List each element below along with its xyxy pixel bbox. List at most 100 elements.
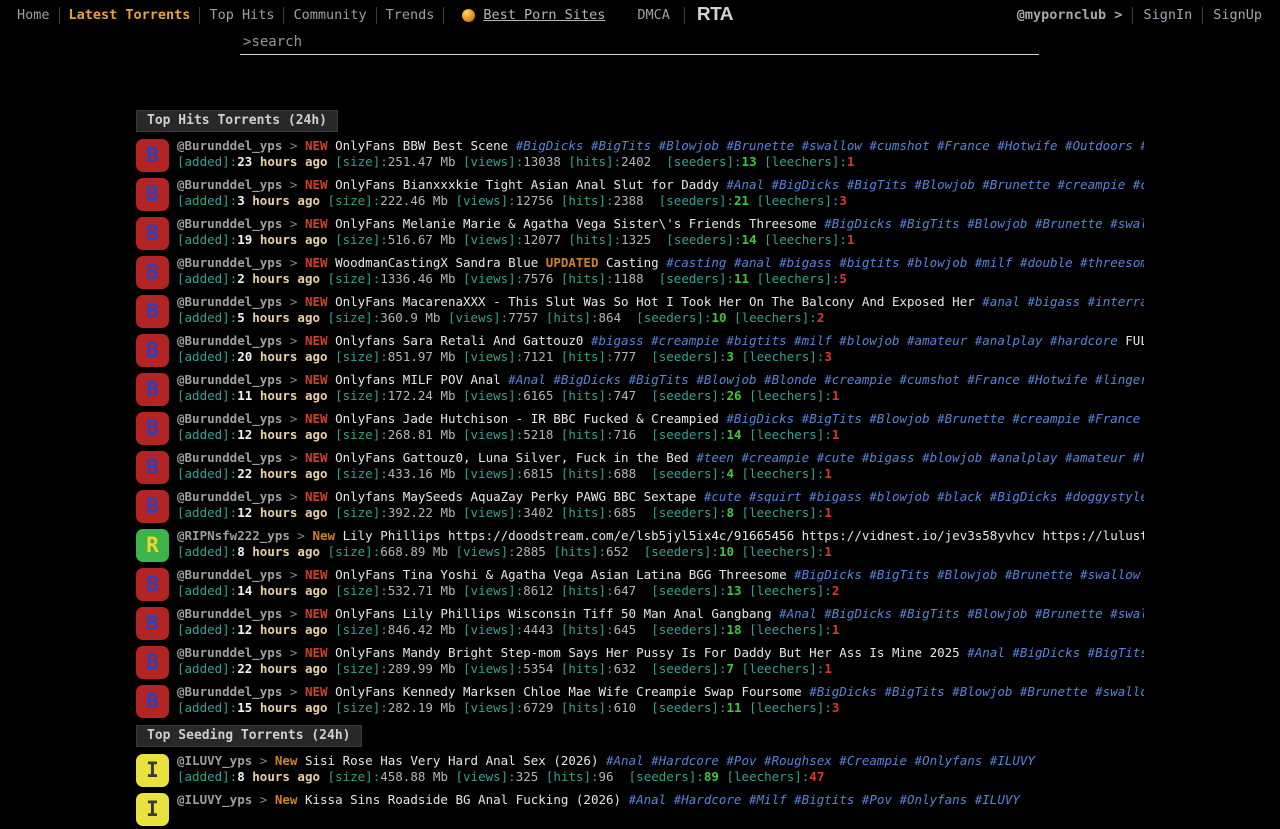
torrent-title[interactable]: OnlyFans Mandy Bright Step-mom Says Her … — [335, 645, 960, 660]
user-avatar[interactable]: B — [136, 568, 169, 601]
tag-links[interactable]: #casting #anal #bigass #bigtits #blowjob… — [666, 255, 1144, 270]
torrent-row[interactable]: B@Burunddel_yps > NEW OnlyFans Lily Phil… — [136, 604, 1144, 643]
username-link[interactable]: @Burunddel_yps — [177, 255, 282, 270]
tag-links[interactable]: #BigDicks #BigTits #Blowjob #Brunette #s… — [809, 684, 1144, 699]
dmca-link[interactable]: DMCA — [615, 7, 684, 23]
torrent-row[interactable]: B@Burunddel_yps > NEW OnlyFans Tina Yosh… — [136, 565, 1144, 604]
torrent-title[interactable]: OnlyFans Melanie Marie & Agatha Vega Sis… — [335, 216, 817, 231]
torrent-title[interactable]: OnlyFans Kennedy Marksen Chloe Mae Wife … — [335, 684, 802, 699]
torrent-title[interactable]: FULL… — [1125, 333, 1144, 348]
new-badge: NEW — [305, 138, 328, 153]
username-link[interactable]: @Burunddel_yps — [177, 567, 282, 582]
user-avatar[interactable]: B — [136, 373, 169, 406]
torrent-title[interactable]: OnlyFans BBW Best Scene — [335, 138, 508, 153]
user-avatar[interactable]: I — [136, 793, 169, 826]
tag-links[interactable]: #cute #squirt #bigass #blowjob #black #B… — [704, 489, 1144, 504]
tag-links[interactable]: #BigDicks #BigTits #Blowjob #Brunette #s… — [824, 216, 1144, 231]
user-avatar[interactable]: B — [136, 256, 169, 289]
user-avatar[interactable]: B — [136, 178, 169, 211]
username-link[interactable]: @Burunddel_yps — [177, 372, 282, 387]
nav-item-community[interactable]: Community — [284, 7, 375, 23]
user-avatar[interactable]: B — [136, 334, 169, 367]
size-label: [size]: — [335, 700, 388, 715]
signin-link[interactable]: SignIn — [1133, 7, 1202, 23]
user-avatar[interactable]: I — [136, 754, 169, 787]
tag-links[interactable]: #teen #creampie #cute #bigass #blowjob #… — [696, 450, 1144, 465]
torrent-row[interactable]: B@Burunddel_yps > NEW OnlyFans Gattouz0,… — [136, 448, 1144, 487]
username-link[interactable]: @Burunddel_yps — [177, 606, 282, 621]
nav-item-trends[interactable]: Trends — [377, 7, 444, 23]
user-avatar[interactable]: B — [136, 646, 169, 679]
username-link[interactable]: @Burunddel_yps — [177, 450, 282, 465]
tag-links[interactable]: #BigDicks #BigTits #Blowjob #Brunette #c… — [726, 411, 1144, 426]
username-link[interactable]: @RIPNsfw222_yps — [177, 528, 290, 543]
torrent-title[interactable]: Onlyfans MaySeeds AquaZay Perky PAWG BBC… — [335, 489, 696, 504]
user-avatar[interactable]: B — [136, 412, 169, 445]
tag-links[interactable]: #bigass #creampie #bigtits #milf #blowjo… — [591, 333, 1118, 348]
torrent-row[interactable]: B@Burunddel_yps > NEW OnlyFans Jade Hutc… — [136, 409, 1144, 448]
tag-links[interactable]: #Anal #BigDicks #BigTits #Blowjob #Brune… — [779, 606, 1144, 621]
username-link[interactable]: @Burunddel_yps — [177, 138, 282, 153]
best-porn-sites-link[interactable]: Best Porn Sites — [444, 7, 615, 23]
username-link[interactable]: @Burunddel_yps — [177, 684, 282, 699]
new-badge: NEW — [305, 294, 328, 309]
torrent-title[interactable]: OnlyFans Bianxxxkie Tight Asian Anal Slu… — [335, 177, 719, 192]
user-avatar[interactable]: B — [136, 295, 169, 328]
torrent-title[interactable]: Onlyfans MILF POV Anal — [335, 372, 501, 387]
username-link[interactable]: @Burunddel_yps — [177, 333, 282, 348]
torrent-title[interactable]: WoodmanCastingX Sandra Blue — [335, 255, 538, 270]
username-link[interactable]: @ILUVY_yps — [177, 753, 252, 768]
username-link[interactable]: @Burunddel_yps — [177, 489, 282, 504]
user-avatar[interactable]: B — [136, 139, 169, 172]
torrent-title[interactable]: Casting — [606, 255, 659, 270]
user-avatar[interactable]: B — [136, 217, 169, 250]
torrent-row[interactable]: B@Burunddel_yps > NEW Onlyfans MILF POV … — [136, 370, 1144, 409]
torrent-title[interactable]: Lily Phillips https://doodstream.com/e/l… — [343, 528, 1144, 543]
torrent-row[interactable]: B@Burunddel_yps > NEW OnlyFans MacarenaX… — [136, 292, 1144, 331]
nav-item-top-hits[interactable]: Top Hits — [200, 7, 283, 23]
user-avatar[interactable]: B — [136, 607, 169, 640]
arrow-separator: > — [290, 684, 298, 699]
tag-links[interactable]: #Anal #Hardcore #Pov #Roughsex #Creampie… — [606, 753, 1035, 768]
username-link[interactable]: @Burunddel_yps — [177, 411, 282, 426]
signup-link[interactable]: SignUp — [1203, 7, 1272, 23]
torrent-row[interactable]: B@Burunddel_yps > NEW OnlyFans BBW Best … — [136, 136, 1144, 175]
username-link[interactable]: @Burunddel_yps — [177, 216, 282, 231]
torrent-row[interactable]: B@Burunddel_yps > NEW OnlyFans Bianxxxki… — [136, 175, 1144, 214]
nav-item-latest-torrents[interactable]: Latest Torrents — [60, 7, 200, 23]
torrent-row[interactable]: B@Burunddel_yps > NEW Onlyfans MaySeeds … — [136, 487, 1144, 526]
torrent-title[interactable]: OnlyFans Tina Yoshi & Agatha Vega Asian … — [335, 567, 787, 582]
torrent-title[interactable]: OnlyFans Jade Hutchison - IR BBC Fucked … — [335, 411, 719, 426]
torrent-row[interactable]: B@Burunddel_yps > NEW OnlyFans Kennedy M… — [136, 682, 1144, 721]
tag-links[interactable]: #Anal #BigDicks #BigTits — [967, 645, 1144, 660]
tag-links[interactable]: #Anal #BigDicks #BigTits #Blowjob #Blond… — [508, 372, 1144, 387]
account-handle-link[interactable]: @mypornclub > — [1007, 7, 1133, 23]
added-value: 2 — [237, 271, 245, 286]
torrent-title[interactable]: OnlyFans MacarenaXXX - This Slut Was So … — [335, 294, 975, 309]
tag-links[interactable]: #BigDicks #BigTits #Blowjob #Brunette #s… — [794, 567, 1144, 582]
tag-links[interactable]: #anal #bigass #interrac… — [982, 294, 1144, 309]
search-input[interactable]: >search — [240, 31, 1039, 55]
user-avatar[interactable]: B — [136, 451, 169, 484]
torrent-row[interactable]: I@ILUVY_yps > New Kissa Sins Roadside BG… — [136, 790, 1144, 829]
torrent-row[interactable]: B@Burunddel_yps > NEW WoodmanCastingX Sa… — [136, 253, 1144, 292]
user-avatar[interactable]: R — [136, 529, 169, 562]
torrent-title[interactable]: OnlyFans Lily Phillips Wisconsin Tiff 50… — [335, 606, 772, 621]
tag-links[interactable]: #BigDicks #BigTits #Blowjob #Brunette #s… — [516, 138, 1144, 153]
torrent-title[interactable]: OnlyFans Gattouz0, Luna Silver, Fuck in … — [335, 450, 689, 465]
torrent-row[interactable]: B@Burunddel_yps > NEW OnlyFans Mandy Bri… — [136, 643, 1144, 682]
user-avatar[interactable]: B — [136, 490, 169, 523]
torrent-row[interactable]: R@RIPNsfw222_yps > New Lily Phillips htt… — [136, 526, 1144, 565]
user-avatar[interactable]: B — [136, 685, 169, 718]
torrent-title[interactable]: Sisi Rose Has Very Hard Anal Sex (2026) — [305, 753, 599, 768]
username-link[interactable]: @Burunddel_yps — [177, 645, 282, 660]
torrent-row[interactable]: B@Burunddel_yps > NEW Onlyfans Sara Reta… — [136, 331, 1144, 370]
nav-item-home[interactable]: Home — [8, 7, 59, 23]
username-link[interactable]: @Burunddel_yps — [177, 294, 282, 309]
tag-links[interactable]: #Anal #BigDicks #BigTits #Blowjob #Brune… — [726, 177, 1144, 192]
leechers-label: [leechers]: — [757, 271, 840, 286]
username-link[interactable]: @Burunddel_yps — [177, 177, 282, 192]
torrent-row[interactable]: B@Burunddel_yps > NEW OnlyFans Melanie M… — [136, 214, 1144, 253]
torrent-title[interactable]: Onlyfans Sara Retali And Gattouz0 — [335, 333, 583, 348]
torrent-row[interactable]: I@ILUVY_yps > New Sisi Rose Has Very Har… — [136, 751, 1144, 790]
